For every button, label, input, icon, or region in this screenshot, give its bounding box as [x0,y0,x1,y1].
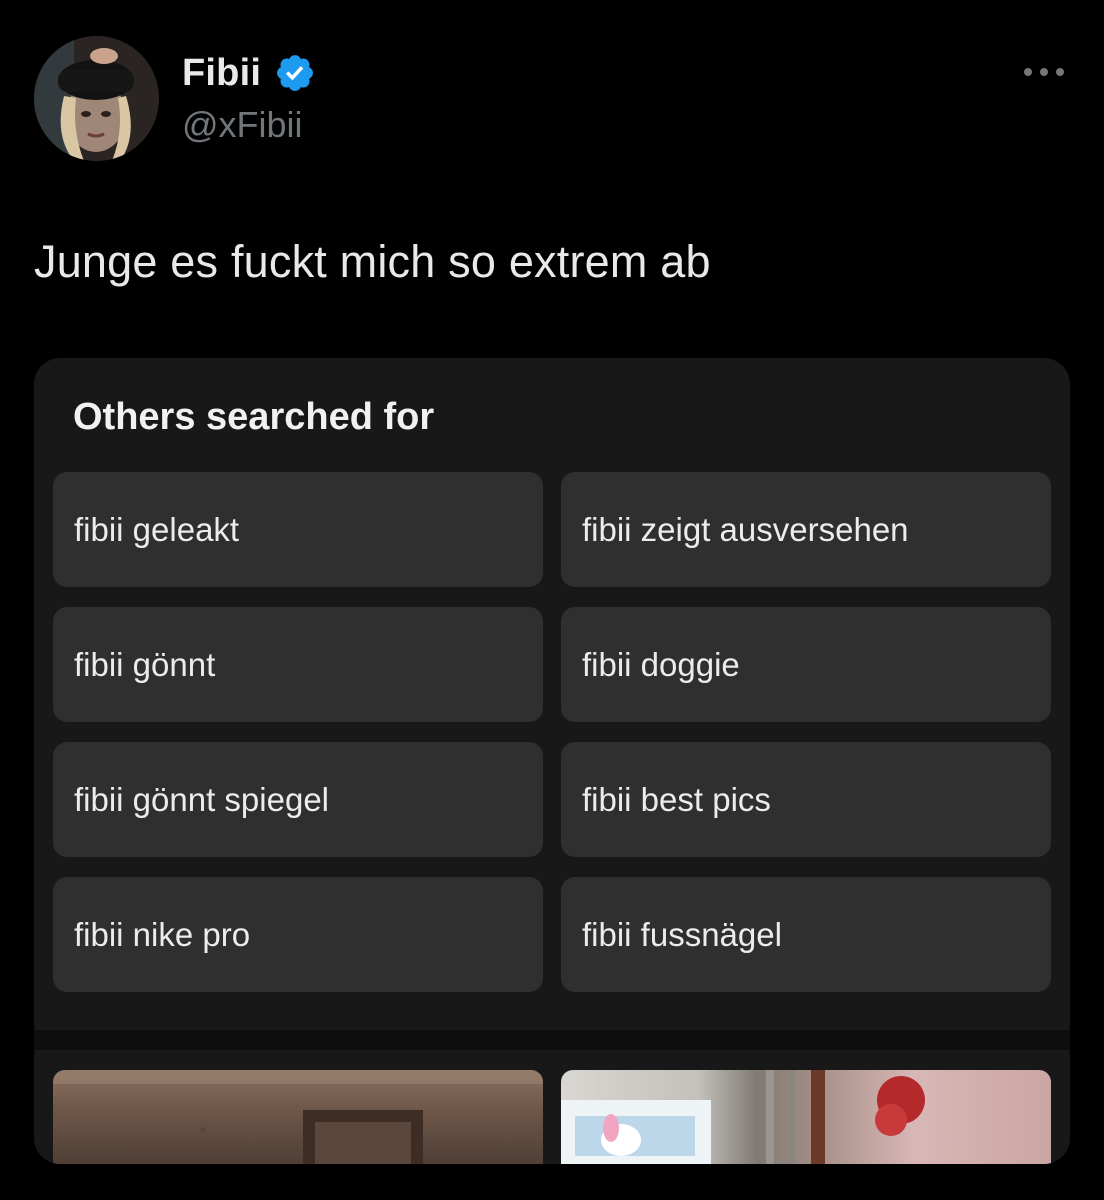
desk-photo [561,1070,925,1164]
section-divider [34,1030,1070,1050]
verified-badge-icon [277,55,313,91]
attached-media-card[interactable]: Others searched for fibii geleakt fibii … [34,358,1070,1164]
tweet-text: Junge es fuckt mich so extrem ab [34,236,711,287]
author-handle[interactable]: @xFibii [182,104,303,146]
search-suggestion-chip[interactable]: fibii gönnt [53,607,543,722]
author-display-name[interactable]: Fibii [182,52,261,95]
search-suggestion-chip[interactable]: fibii doggie [561,607,1051,722]
search-suggestion-chip[interactable]: fibii fussnägel [561,877,1051,992]
search-suggestion-chip[interactable]: fibii gönnt spiegel [53,742,543,857]
tweet-screenshot: Fibii @xFibii Junge es fuckt mich so ext… [0,0,1104,1200]
more-dot [1056,68,1064,76]
more-dot [1040,68,1048,76]
avatar[interactable] [34,36,159,161]
search-suggestion-chip[interactable]: fibii geleakt [53,472,543,587]
others-searched-title: Others searched for [73,396,435,438]
room-photo [53,1070,543,1164]
search-suggestion-chip[interactable]: fibii zeigt ausversehen [561,472,1051,587]
result-thumbnail-room[interactable] [53,1070,543,1164]
more-horizontal-icon[interactable] [1020,58,1068,86]
more-dot [1024,68,1032,76]
search-suggestion-chip[interactable]: fibii nike pro [53,877,543,992]
result-thumbnail-desk[interactable] [561,1070,1051,1164]
avatar-photo [34,36,159,161]
search-suggestion-chip[interactable]: fibii best pics [561,742,1051,857]
